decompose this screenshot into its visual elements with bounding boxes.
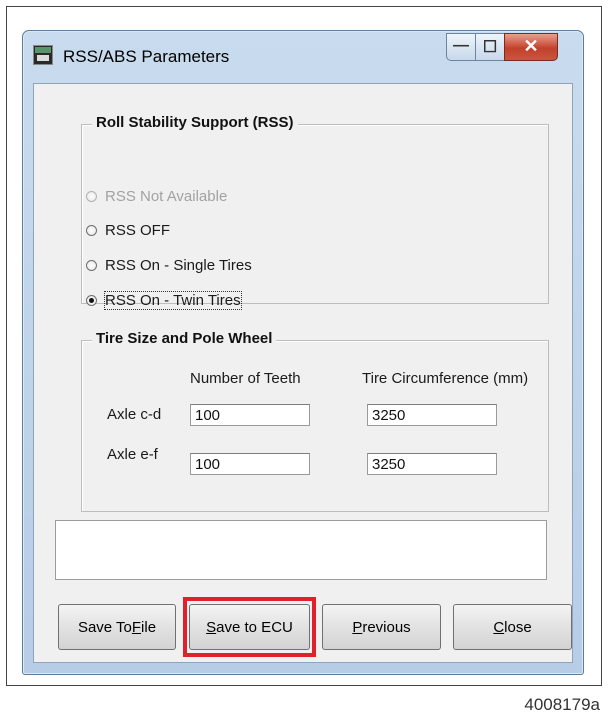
mnemonic-letter: P xyxy=(352,618,363,636)
circumference-column-header: Tire Circumference (mm) xyxy=(362,370,529,387)
button-text: ile xyxy=(141,618,157,636)
radio-rss-single-tires[interactable]: RSS On - Single Tires xyxy=(86,254,252,276)
window-title: RSS/ABS Parameters xyxy=(63,47,230,66)
radio-rss-off[interactable]: RSS OFF xyxy=(86,219,170,241)
maximize-icon: ☐ xyxy=(482,39,498,56)
radio-button[interactable] xyxy=(86,224,97,236)
close-icon: ✕ xyxy=(523,36,539,56)
button-text: Save To xyxy=(77,618,132,636)
radio-label[interactable]: RSS On - Single Tires xyxy=(105,257,252,274)
mnemonic-letter: F xyxy=(131,618,142,636)
tire-groupbox: Tire Size and Pole Wheel xyxy=(81,330,549,512)
rss-group-legend: Roll Stability Support (RSS) xyxy=(92,114,298,131)
radio-label[interactable]: RSS On - Twin Tires xyxy=(104,290,242,310)
axle-ef-circumference-field[interactable]: 3250 xyxy=(367,453,497,475)
title-bar[interactable]: RSS/ABS Parameters — ☐ ✕ xyxy=(23,31,583,83)
radio-rss-not-available: RSS Not Available xyxy=(86,185,227,207)
axle-cd-label: Axle c-d xyxy=(107,406,162,423)
save-to-file-button[interactable]: Save To File xyxy=(58,604,176,650)
rss-groupbox: Roll Stability Support (RSS) xyxy=(81,114,549,304)
radio-rss-twin-tires[interactable]: RSS On - Twin Tires xyxy=(86,289,242,311)
figure-caption: 4008179a xyxy=(524,695,600,714)
teeth-column-header: Number of Teeth xyxy=(190,370,301,387)
minimize-icon: — xyxy=(453,37,469,54)
radio-label: RSS Not Available xyxy=(105,187,228,205)
radio-label[interactable]: RSS OFF xyxy=(105,222,170,239)
maximize-button[interactable]: ☐ xyxy=(475,33,505,61)
axle-ef-teeth-field[interactable]: 100 xyxy=(190,453,310,475)
previous-button[interactable]: Previous xyxy=(322,604,441,650)
status-message-box xyxy=(55,520,547,580)
mnemonic-letter: C xyxy=(493,618,505,636)
tire-group-legend: Tire Size and Pole Wheel xyxy=(92,330,277,347)
axle-cd-circumference-field[interactable]: 3250 xyxy=(367,404,497,426)
radio-button[interactable] xyxy=(86,259,97,271)
red-highlight-box xyxy=(183,597,316,657)
rss-app-icon[interactable] xyxy=(33,45,53,65)
radio-button[interactable] xyxy=(86,294,97,306)
axle-ef-label: Axle e-f xyxy=(107,446,158,463)
close-button[interactable]: Close xyxy=(453,604,572,650)
close-window-button[interactable]: ✕ xyxy=(504,33,558,61)
minimize-button[interactable]: — xyxy=(446,33,476,61)
button-text: revious xyxy=(362,618,411,636)
button-text: lose xyxy=(504,618,532,636)
radio-button xyxy=(86,190,97,202)
axle-cd-teeth-field[interactable]: 100 xyxy=(190,404,310,426)
